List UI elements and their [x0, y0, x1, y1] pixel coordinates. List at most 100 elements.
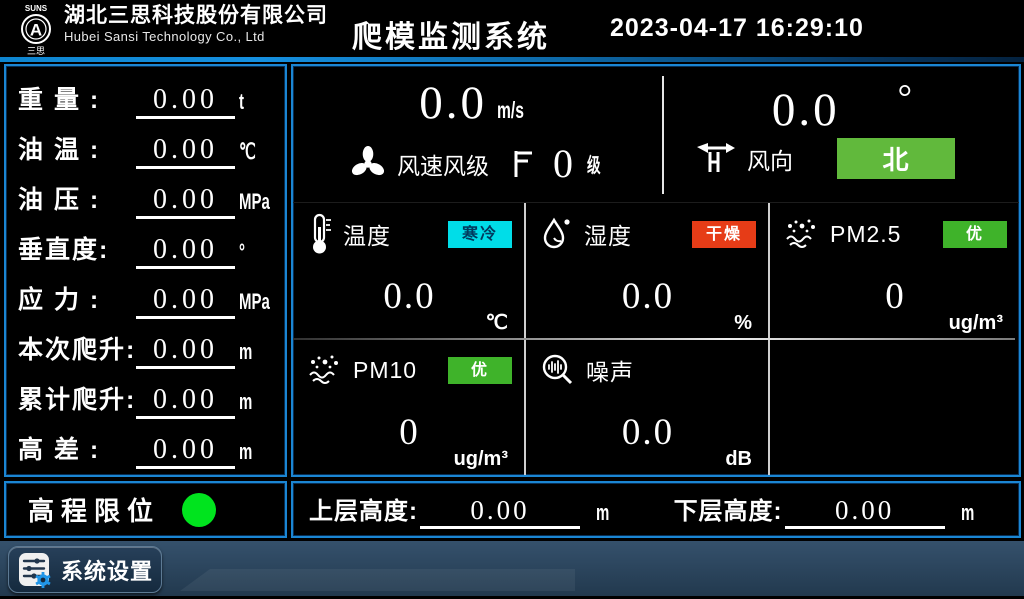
sensor-cell-pm25: PM2.5 优 0 ug/m³: [770, 203, 1019, 339]
sensor-unit: ug/m³: [454, 448, 508, 471]
metric-label: 重 量 :: [18, 80, 132, 119]
lower-height-group: 下层高度: 0.00 m: [674, 491, 981, 529]
lower-height-label: 下层高度:: [674, 491, 783, 529]
wind-speed-label: 风速风级: [397, 147, 489, 181]
sensor-unit: ug/m³: [949, 312, 1003, 335]
temperature-status-badge: 寒冷: [448, 221, 512, 248]
company-logo-icon: SUNS A 三思: [12, 2, 60, 56]
metric-value: 0.00: [136, 134, 235, 169]
metric-unit: m: [239, 439, 252, 465]
metric-unit: MPa: [239, 189, 270, 215]
wind-speed-unit: m/s: [497, 97, 524, 124]
sensor-value: 0.0: [540, 411, 756, 454]
sensor-name: PM10: [353, 357, 417, 384]
sensor-value: 0.0: [540, 275, 756, 318]
metric-row-stress: 应 力 : 0.00 MPa: [18, 272, 275, 319]
lower-height-value: 0.00: [785, 495, 945, 529]
metric-label: 应 力 :: [18, 280, 132, 319]
datetime-display: 2023-04-17 16:29:10: [610, 14, 864, 43]
sensor-name: 温度: [343, 217, 391, 251]
sensor-cell-humidity: 湿度 干燥 0.0 %: [526, 203, 770, 339]
wind-direction-unit: °: [898, 77, 912, 117]
humidity-status-badge: 干燥: [692, 221, 756, 248]
metric-label: 油 温 :: [18, 130, 132, 169]
lower-height-unit: m: [961, 500, 974, 526]
logo-suns-text: SUNS: [25, 4, 48, 13]
upper-height-value: 0.00: [420, 495, 580, 529]
metric-value: 0.00: [136, 234, 235, 269]
metric-unit: m: [239, 389, 252, 415]
metric-unit: MPa: [239, 289, 270, 315]
elevation-status-indicator: [182, 493, 216, 527]
wind-direction-label: 风向: [747, 142, 793, 176]
company-name-cn: 湖北三思科技股份有限公司: [64, 5, 328, 27]
metric-label: 高 差 :: [18, 430, 132, 469]
upper-height-label: 上层高度:: [309, 491, 418, 529]
noise-meter-icon: [540, 352, 576, 388]
fan-icon: [349, 145, 387, 183]
metric-unit: m: [239, 339, 252, 365]
company-name-en: Hubei Sansi Technology Co., Ltd: [64, 30, 328, 44]
metric-unit: °: [239, 239, 245, 265]
metric-value: 0.00: [136, 184, 235, 219]
metric-row-weight: 重 量 : 0.00 t: [18, 72, 275, 119]
sensor-name: 噪声: [586, 353, 634, 387]
company-block: 湖北三思科技股份有限公司 Hubei Sansi Technology Co.,…: [64, 5, 328, 44]
wind-direction-button[interactable]: 北: [837, 138, 955, 179]
wind-level-unit: 级: [587, 149, 601, 178]
wind-section: 0.0 m/s 风速风级: [293, 66, 1019, 203]
header-divider: [0, 57, 1024, 62]
metric-row-current-climb: 本次爬升: 0.00 m: [18, 322, 275, 369]
environment-panel: 0.0 m/s 风速风级: [291, 64, 1021, 477]
metric-row-height-diff: 高 差 : 0.00 m: [18, 422, 275, 469]
footer-bar: 系统设置: [0, 541, 1024, 599]
logo-mark-text: A: [30, 21, 42, 40]
grid-row-divider: [293, 338, 1015, 340]
pm25-status-badge: 优: [943, 221, 1007, 248]
metric-value: 0.00: [136, 84, 235, 119]
metric-row-total-climb: 累计爬升: 0.00 m: [18, 372, 275, 419]
wind-direction-block: 0.0 ° 风向 北: [665, 66, 1019, 202]
thermometer-icon: [307, 213, 333, 255]
wind-vane-icon: [695, 142, 737, 176]
dust-particles-icon: [307, 353, 343, 387]
metrics-panel: 重 量 : 0.00 t 油 温 : 0.00 ℃ 油 压 : 0.00 MPa…: [4, 64, 287, 477]
metric-row-verticality: 垂直度: 0.00 °: [18, 222, 275, 269]
upper-height-group: 上层高度: 0.00 m: [309, 491, 616, 529]
sensor-unit: dB: [725, 448, 752, 471]
sensor-cell-empty: [770, 339, 1019, 475]
header: SUNS A 三思 湖北三思科技股份有限公司 Hubei Sansi Techn…: [0, 0, 1024, 57]
metric-value: 0.00: [136, 434, 235, 469]
system-settings-button[interactable]: 系统设置: [8, 546, 162, 593]
dust-particles-icon: [784, 217, 820, 251]
metric-label: 累计爬升:: [18, 380, 132, 419]
metric-label: 油 压 :: [18, 180, 132, 219]
settings-sliders-gear-icon: [17, 552, 53, 588]
sensor-name: 湿度: [584, 217, 632, 251]
page-title: 爬模监测系统: [352, 12, 550, 56]
wind-speed-block: 0.0 m/s 风速风级: [293, 66, 663, 202]
sensor-cell-pm10: PM10 优 0 ug/m³: [293, 339, 526, 475]
metric-unit: ℃: [239, 139, 256, 165]
wind-speed-value: 0.0: [419, 77, 487, 129]
metric-value: 0.00: [136, 284, 235, 319]
elevation-limit-label: 高程限位: [28, 491, 160, 528]
wind-direction-value: 0.0: [772, 84, 840, 136]
metric-label: 垂直度:: [18, 230, 132, 269]
elevation-limit-panel: 高程限位: [4, 481, 287, 538]
wind-divider: [662, 76, 664, 194]
droplet-icon: [540, 214, 574, 254]
heights-panel: 上层高度: 0.00 m 下层高度: 0.00 m: [291, 481, 1021, 538]
sensor-name: PM2.5: [830, 221, 901, 248]
metric-value: 0.00: [136, 334, 235, 369]
pm10-status-badge: 优: [448, 357, 512, 384]
metric-label: 本次爬升:: [18, 330, 132, 369]
metric-row-oil-pressure: 油 压 : 0.00 MPa: [18, 172, 275, 219]
metric-unit: t: [239, 89, 244, 115]
footer-decoration: [180, 569, 575, 591]
sensor-unit: ℃: [486, 310, 508, 335]
metric-row-oil-temp: 油 温 : 0.00 ℃: [18, 122, 275, 169]
settings-button-label: 系统设置: [61, 554, 153, 586]
sensor-value: 0.0: [307, 275, 512, 318]
logo-sansi-text: 三思: [27, 46, 45, 56]
